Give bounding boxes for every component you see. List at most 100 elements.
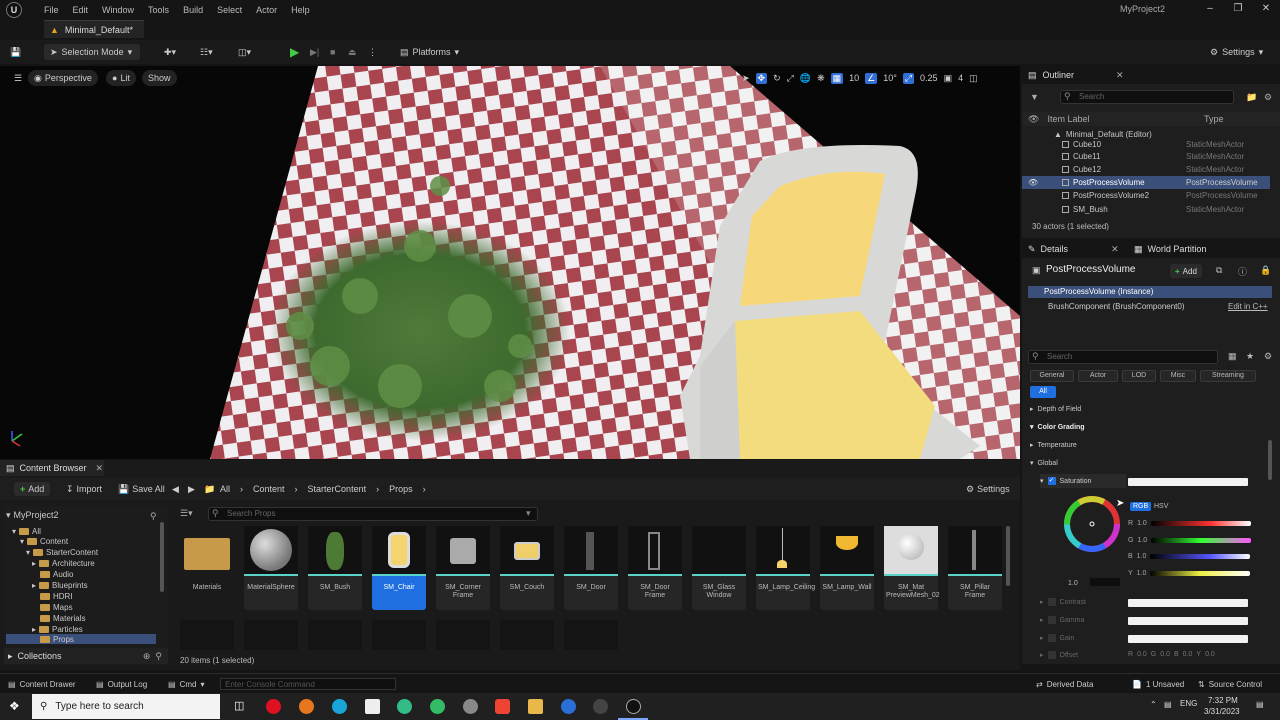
play-icon[interactable]: ▶ (290, 44, 299, 60)
tree-item[interactable]: Audio (40, 569, 73, 579)
tree-item[interactable]: HDRI (40, 591, 73, 601)
channel-b-value[interactable]: 1.0 (1137, 553, 1147, 560)
offset-y-value[interactable]: 0.0 (1205, 651, 1215, 658)
outliner-row[interactable]: SM_Bush StaticMeshActor (1022, 203, 1270, 216)
menu-build[interactable]: Build (183, 5, 203, 15)
property-offset[interactable]: ▸ Offset (1040, 648, 1078, 662)
instance-row[interactable]: PostProcessVolume (Instance) (1028, 286, 1272, 298)
show-button[interactable]: Show (142, 70, 177, 86)
outliner-row[interactable]: Cube11 StaticMeshActor (1022, 150, 1270, 163)
channel-y-row[interactable]: Y 1.0 (1128, 569, 1251, 578)
maximize-icon[interactable]: ❐ (1224, 0, 1252, 18)
search-icon[interactable]: ⚲ (150, 511, 157, 522)
close-icon[interactable]: ✕ (96, 463, 104, 474)
app-icon[interactable] (463, 699, 478, 714)
table-view-icon[interactable]: ▦ (1228, 351, 1237, 362)
tree-item[interactable]: ▾ StarterContent (26, 547, 98, 557)
asset-tile[interactable]: SM_Door (564, 526, 618, 610)
menu-file[interactable]: File (44, 5, 59, 15)
import-button[interactable]: ↧ Import (66, 482, 102, 496)
column-type[interactable]: Type (1204, 114, 1224, 124)
checkbox-checked-icon[interactable]: ✓ (1047, 477, 1056, 485)
visibility-icon[interactable]: 👁 (1028, 114, 1039, 125)
chrome-icon[interactable] (397, 699, 412, 714)
asset-tile[interactable]: SM_Couch (500, 526, 554, 610)
tree-item[interactable]: ▸ Architecture (32, 558, 95, 568)
asset-tile[interactable]: SM_Bush (308, 526, 362, 610)
edit-in-cpp-link[interactable]: Edit in C++ (1228, 302, 1268, 311)
breadcrumb-content[interactable]: Content (253, 484, 285, 494)
content-browser-tab[interactable]: ▤ Content Browser ✕ (0, 460, 104, 476)
menu-select[interactable]: Select (217, 5, 242, 15)
app-icon[interactable] (561, 699, 576, 714)
rgb-mode-button[interactable]: RGB (1130, 502, 1152, 511)
eject-icon[interactable]: ⏏ (348, 44, 357, 60)
checkbox-icon[interactable] (1047, 616, 1056, 624)
channel-g-slider[interactable] (1151, 538, 1252, 543)
scale-tool-icon[interactable]: ⤢ (787, 73, 794, 84)
outliner-row[interactable]: Cube12 StaticMeshActor (1022, 163, 1270, 176)
derived-data-button[interactable]: ⇄ Derived Data (1036, 678, 1093, 690)
add-folder-icon[interactable]: 📁 (1246, 92, 1257, 103)
asset-tile-partial[interactable] (244, 620, 298, 650)
asset-tile[interactable]: SM_Lamp_Ceiling (756, 526, 815, 610)
tree-root[interactable]: ▾ MyProject2 (6, 510, 59, 521)
menu-edit[interactable]: Edit (73, 5, 89, 15)
contrast-color-bar[interactable] (1128, 599, 1248, 607)
rotate-tool-icon[interactable]: ↻ (773, 73, 781, 84)
output-log-button[interactable]: ▤ Output Log (96, 678, 147, 690)
outliner-search-input[interactable]: Search (1060, 90, 1234, 104)
asset-tile-partial[interactable] (500, 620, 554, 650)
menu-tools[interactable]: Tools (148, 5, 169, 15)
forward-icon[interactable]: ▶ (188, 482, 195, 496)
category-misc[interactable]: Misc (1160, 370, 1196, 382)
selection-mode-dropdown[interactable]: ➤ Selection Mode ▾ (44, 44, 140, 60)
asset-tile[interactable]: SM_Mat PreviewMesh_02 (884, 526, 940, 610)
world-local-icon[interactable]: 🌐 (800, 73, 811, 84)
channel-b-slider[interactable] (1150, 554, 1251, 559)
cinematics-icon[interactable]: ◫▾ (238, 44, 251, 60)
column-item-label[interactable]: Item Label (1047, 114, 1089, 124)
asset-grid-scrollbar[interactable] (1006, 526, 1010, 586)
outliner-row[interactable]: PostProcessVolume2 PostProcessVolume (1022, 189, 1270, 202)
close-icon[interactable]: ✕ (1252, 0, 1280, 18)
section-depth-of-field[interactable]: ▸ Depth of Field (1030, 402, 1081, 416)
section-global[interactable]: ▾ Global (1030, 456, 1058, 470)
asset-tile-partial[interactable] (372, 620, 426, 650)
property-contrast[interactable]: ▸ Contrast (1040, 595, 1086, 609)
asset-search-input[interactable]: Search Props (208, 507, 538, 521)
grid-snap-icon[interactable]: ▦ (830, 72, 844, 84)
menu-actor[interactable]: Actor (256, 5, 277, 15)
level-viewport[interactable]: ☰ ◉ Perspective ● Lit Show ➤ ✥ ↻ ⤢ 🌐 ❋ ▦… (0, 66, 1020, 459)
checkbox-icon[interactable] (1047, 598, 1056, 606)
search-icon[interactable]: ⚲ (155, 651, 162, 662)
lock-icon[interactable]: 🔒 (1260, 265, 1271, 276)
maximize-viewport-icon[interactable]: ◫ (969, 73, 978, 84)
channel-r-slider[interactable] (1150, 521, 1251, 526)
minimize-icon[interactable]: – (1196, 0, 1224, 18)
category-actor[interactable]: Actor (1078, 370, 1118, 382)
asset-tile[interactable]: SM_Corner Frame (436, 526, 490, 610)
save-icon[interactable]: 💾 (10, 44, 21, 60)
tree-item[interactable]: ▾ Content (20, 536, 68, 546)
gamma-color-bar[interactable] (1128, 617, 1248, 625)
rotation-snap-value[interactable]: 10° (883, 73, 897, 83)
rotation-snap-icon[interactable]: ∠ (865, 72, 878, 84)
offset-r-value[interactable]: 0.0 (1137, 651, 1147, 658)
star-icon[interactable]: ★ (1246, 351, 1254, 362)
settings-button[interactable]: ⚙ Settings ▾ (1210, 44, 1263, 60)
component-row[interactable]: BrushComponent (BrushComponent0) (1048, 302, 1185, 311)
platforms-dropdown[interactable]: ▤ Platforms ▾ (400, 44, 459, 60)
unreal-logo-icon[interactable]: U (6, 2, 22, 18)
task-view-icon[interactable]: ◫ (234, 699, 249, 714)
notification-icon[interactable]: ▤ (1256, 700, 1264, 709)
property-gain[interactable]: ▸ Gain (1040, 631, 1074, 645)
saturation-color-bar[interactable] (1128, 478, 1248, 486)
tree-item[interactable]: ▸ Blueprints (32, 580, 88, 590)
hsv-mode-button[interactable]: HSV (1154, 503, 1168, 510)
file-explorer-icon[interactable] (528, 699, 543, 714)
console-input[interactable]: Enter Console Command (220, 678, 396, 690)
select-tool-icon[interactable]: ➤ (742, 73, 750, 84)
channel-r-value[interactable]: 1.0 (1137, 520, 1147, 527)
offset-g-value[interactable]: 0.0 (1160, 651, 1170, 658)
